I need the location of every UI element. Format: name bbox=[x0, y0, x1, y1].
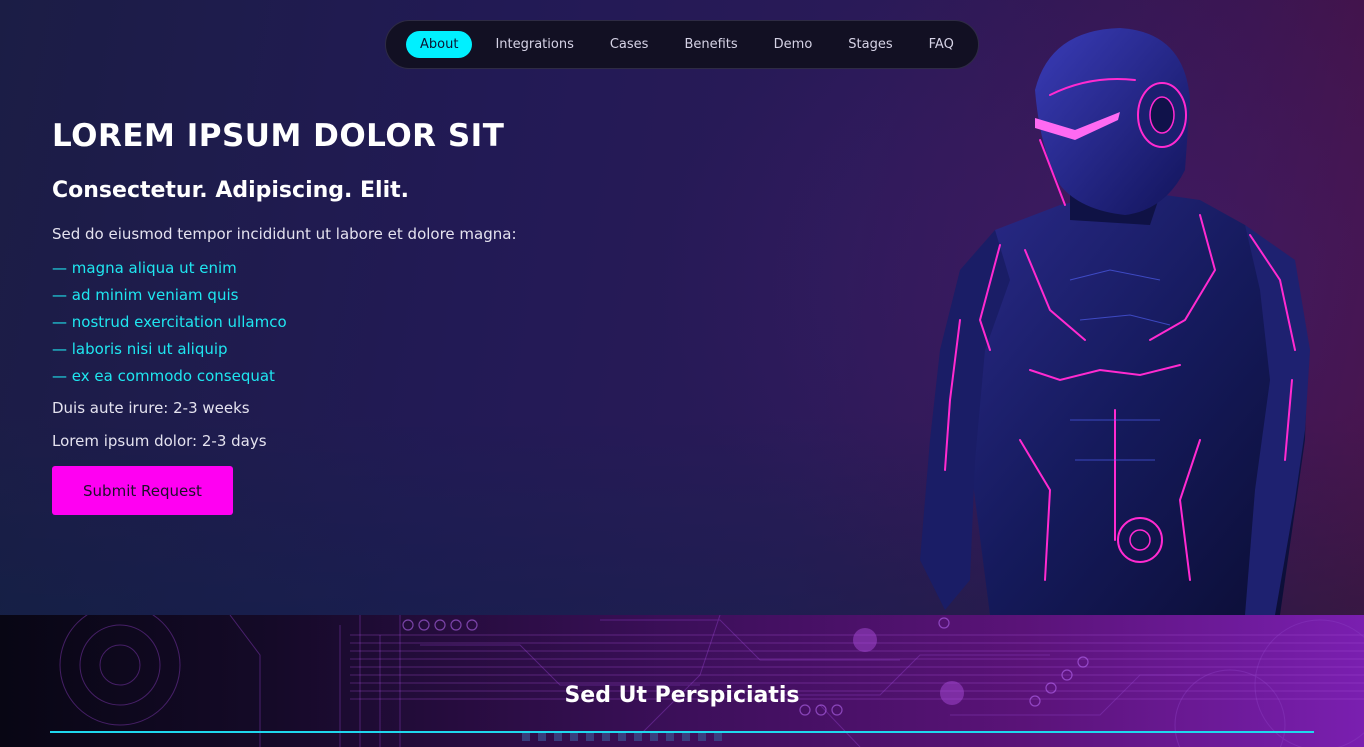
timeline-text: Lorem ipsum dolor: 2-3 days bbox=[52, 432, 267, 450]
timeline-text: Duis aute irure: 2-3 weeks bbox=[52, 399, 250, 417]
hero-title: LOREM IPSUM DOLOR SIT bbox=[52, 118, 505, 154]
hero-intro: Sed do eiusmod tempor incididunt ut labo… bbox=[52, 225, 517, 243]
section-title: Sed Ut Perspiciatis bbox=[564, 683, 800, 708]
nav-item-integrations[interactable]: Integrations bbox=[482, 31, 586, 58]
nav-item-benefits[interactable]: Benefits bbox=[671, 31, 750, 58]
feature-item: — magna aliqua ut enim bbox=[52, 259, 237, 277]
nav-item-cases[interactable]: Cases bbox=[597, 31, 662, 58]
section-band: Sed Ut Perspiciatis bbox=[0, 615, 1364, 747]
cyber-robot-illustration bbox=[920, 28, 1310, 615]
nav-item-stages[interactable]: Stages bbox=[835, 31, 905, 58]
nav-item-about[interactable]: About bbox=[406, 31, 473, 58]
submit-request-button[interactable]: Submit Request bbox=[52, 466, 233, 515]
top-nav: About Integrations Cases Benefits Demo S… bbox=[385, 20, 979, 69]
circuit-background bbox=[59, 615, 1364, 747]
feature-list: — magna aliqua ut enim — ad minim veniam… bbox=[52, 258, 287, 393]
feature-item: — ad minim veniam quis bbox=[52, 286, 239, 304]
section-divider bbox=[50, 731, 1314, 733]
hero-subtitle: Consectetur. Adipiscing. Elit. bbox=[52, 178, 410, 203]
nav-item-demo[interactable]: Demo bbox=[761, 31, 826, 58]
feature-item: — nostrud exercitation ullamco bbox=[52, 313, 287, 331]
feature-item: — ex ea commodo consequat bbox=[52, 367, 275, 385]
feature-item: — laboris nisi ut aliquip bbox=[52, 340, 228, 358]
